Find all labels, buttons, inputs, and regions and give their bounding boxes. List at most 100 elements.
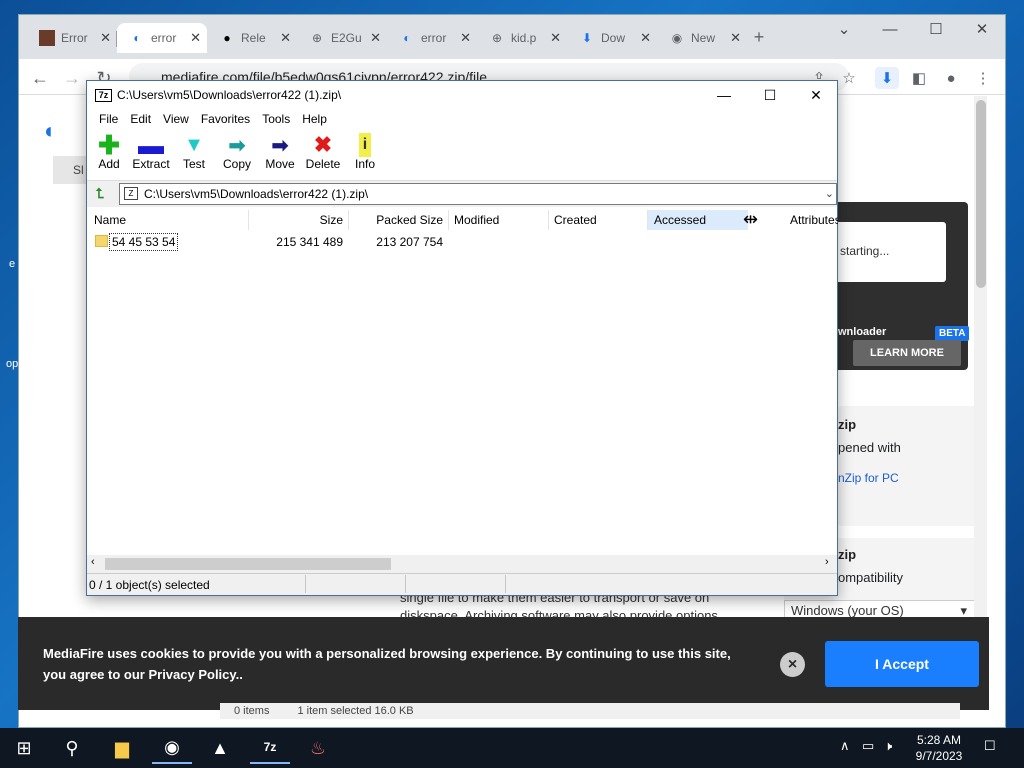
back-button[interactable]: ← (29, 67, 51, 89)
folder-icon (95, 235, 108, 247)
start-button[interactable]: ⊞ (4, 732, 44, 764)
tab-search-icon[interactable]: ⌄ (821, 15, 867, 43)
card-heading: zip (838, 417, 857, 432)
close-icon[interactable]: ✕ (370, 30, 381, 46)
search-icon[interactable]: ⚲ (52, 732, 92, 764)
downloads-icon[interactable]: ⬇ (875, 67, 899, 89)
close-icon[interactable]: ✕ (730, 30, 741, 46)
scrollbar-thumb[interactable] (105, 558, 391, 570)
copy-button[interactable]: ➡ Copy (215, 133, 259, 179)
accept-cookies-button[interactable]: I Accept (825, 641, 979, 687)
column-size[interactable]: Size (249, 210, 343, 230)
card-text: ompatibility (838, 570, 904, 585)
menu-tools[interactable]: Tools (256, 112, 296, 126)
status-divider (305, 575, 306, 593)
forward-button[interactable]: → (61, 67, 83, 89)
chevron-down-icon[interactable]: ⌄ (825, 184, 834, 204)
test-label: Test (182, 157, 205, 171)
status-divider (405, 575, 406, 593)
app-link[interactable]: nZip for PC (838, 471, 899, 485)
move-button[interactable]: ➡ Move (258, 133, 302, 179)
new-tab-button[interactable]: + (748, 26, 770, 48)
notifications-icon[interactable]: ☐ (984, 738, 996, 754)
column-divider[interactable] (448, 210, 449, 230)
tab-label: Error (61, 31, 88, 45)
tab-e2gu[interactable]: ⊕ E2Gu ✕ (297, 23, 387, 53)
sevenzip-logo-icon: 7z (95, 88, 112, 102)
add-label: Add (98, 157, 120, 171)
sevenzip-taskbar-icon[interactable]: 7z (250, 732, 290, 764)
menu-edit[interactable]: Edit (124, 112, 157, 126)
learn-more-button[interactable]: LEARN MORE (853, 340, 961, 366)
file-name-cell[interactable]: 54 45 53 54 (109, 233, 179, 251)
column-created[interactable]: Created (554, 210, 644, 230)
java-icon[interactable]: ♨ (298, 732, 338, 764)
column-accessed[interactable]: Accessed (648, 210, 748, 230)
tab-error-1[interactable]: Error ✕ (27, 23, 117, 53)
menu-file[interactable]: File (93, 112, 124, 126)
path-combobox[interactable]: Z C:\Users\vm5\Downloads\error422 (1).zi… (119, 183, 837, 205)
maximize-button[interactable]: ☐ (913, 15, 959, 43)
tab-error-active[interactable]: ◐ error ✕ (117, 23, 207, 53)
status-bar: 0 / 1 object(s) selected (87, 573, 837, 595)
column-modified[interactable]: Modified (454, 210, 544, 230)
close-window-button[interactable]: ✕ (959, 15, 1005, 43)
tab-kid[interactable]: ⊕ kid.p ✕ (477, 23, 567, 53)
close-window-button[interactable]: ✕ (793, 81, 839, 109)
maximize-button[interactable]: ☐ (747, 81, 793, 109)
sevenzip-toolbar: ✚ Add ▬ Extract ▼ Test ➡ Copy ➡ Move ✖ D… (87, 129, 837, 181)
tab-download[interactable]: ⬇ Dow ✕ (567, 23, 657, 53)
close-icon[interactable]: ✕ (190, 30, 201, 46)
clock[interactable]: 5:28 AM 9/7/2023 (900, 732, 978, 764)
close-icon[interactable]: ✕ (550, 30, 561, 46)
address-row: ⮤ Z C:\Users\vm5\Downloads\error422 (1).… (87, 182, 837, 206)
delete-button[interactable]: ✖ Delete (301, 132, 345, 179)
close-icon[interactable]: ✕ (280, 30, 291, 46)
tray-chevron-icon[interactable]: ∧ (840, 738, 850, 754)
scroll-right-icon[interactable]: › (825, 556, 829, 568)
folder-up-icon[interactable]: ⮤ (91, 185, 109, 203)
scroll-left-icon[interactable]: ‹ (91, 556, 95, 568)
test-button[interactable]: ▼ Test (172, 133, 216, 179)
tab-label: New (691, 31, 716, 45)
extract-button[interactable]: ▬ Extract (129, 130, 173, 179)
beta-text: BETA (935, 326, 970, 341)
network-icon[interactable]: ▭ (862, 738, 874, 754)
menu-help[interactable]: Help (296, 112, 333, 126)
chrome-icon[interactable]: ◉ (152, 732, 192, 764)
column-name[interactable]: Name (94, 210, 244, 230)
horizontal-scrollbar[interactable]: ‹ › (87, 555, 837, 573)
minimize-button[interactable]: — (701, 81, 747, 109)
page-scrollbar-thumb[interactable] (976, 100, 986, 288)
bookmark-star-icon[interactable]: ☆ (837, 67, 861, 89)
download-icon: ⬇ (581, 31, 593, 45)
tab-error-2[interactable]: ◐ error ✕ (387, 23, 477, 53)
column-attributes[interactable]: Attributes (790, 210, 838, 230)
info-button[interactable]: i Info (343, 133, 387, 179)
close-icon[interactable]: ✕ (460, 30, 471, 46)
side-panel-icon[interactable]: ◧ (907, 67, 931, 89)
tab-strip: Error ✕ ◐ error ✕ ● Rele ✕ ⊕ E2Gu ✕ ◐ er… (19, 15, 1005, 59)
tab-releases[interactable]: ● Rele ✕ (207, 23, 297, 53)
volume-muted-icon[interactable]: 🕨 (884, 738, 892, 754)
info-label: Info (354, 157, 375, 171)
date: 9/7/2023 (915, 749, 963, 763)
minimize-button[interactable]: — (867, 15, 913, 43)
menu-favorites[interactable]: Favorites (195, 112, 256, 126)
menu-icon[interactable]: ⋮ (971, 67, 995, 89)
profile-icon[interactable]: ● (939, 67, 963, 89)
photos-icon[interactable]: ▲ (200, 732, 240, 764)
column-packed-size[interactable]: Packed Size (349, 210, 443, 230)
tab-label: error (151, 31, 177, 45)
close-icon[interactable]: ✕ (640, 30, 651, 46)
beta-badge: BETA (935, 325, 970, 341)
menu-view[interactable]: View (157, 112, 195, 126)
time: 5:28 AM (916, 733, 962, 747)
file-packed-cell: 213 207 754 (376, 235, 443, 249)
close-icon[interactable]: ✕ (100, 30, 111, 46)
cookie-close-button[interactable]: × (780, 652, 805, 677)
tab-new[interactable]: ◉ New ✕ (657, 23, 747, 53)
file-explorer-icon[interactable]: ▆ (102, 732, 142, 764)
column-divider[interactable] (548, 210, 549, 230)
add-button[interactable]: ✚ Add (87, 130, 131, 179)
